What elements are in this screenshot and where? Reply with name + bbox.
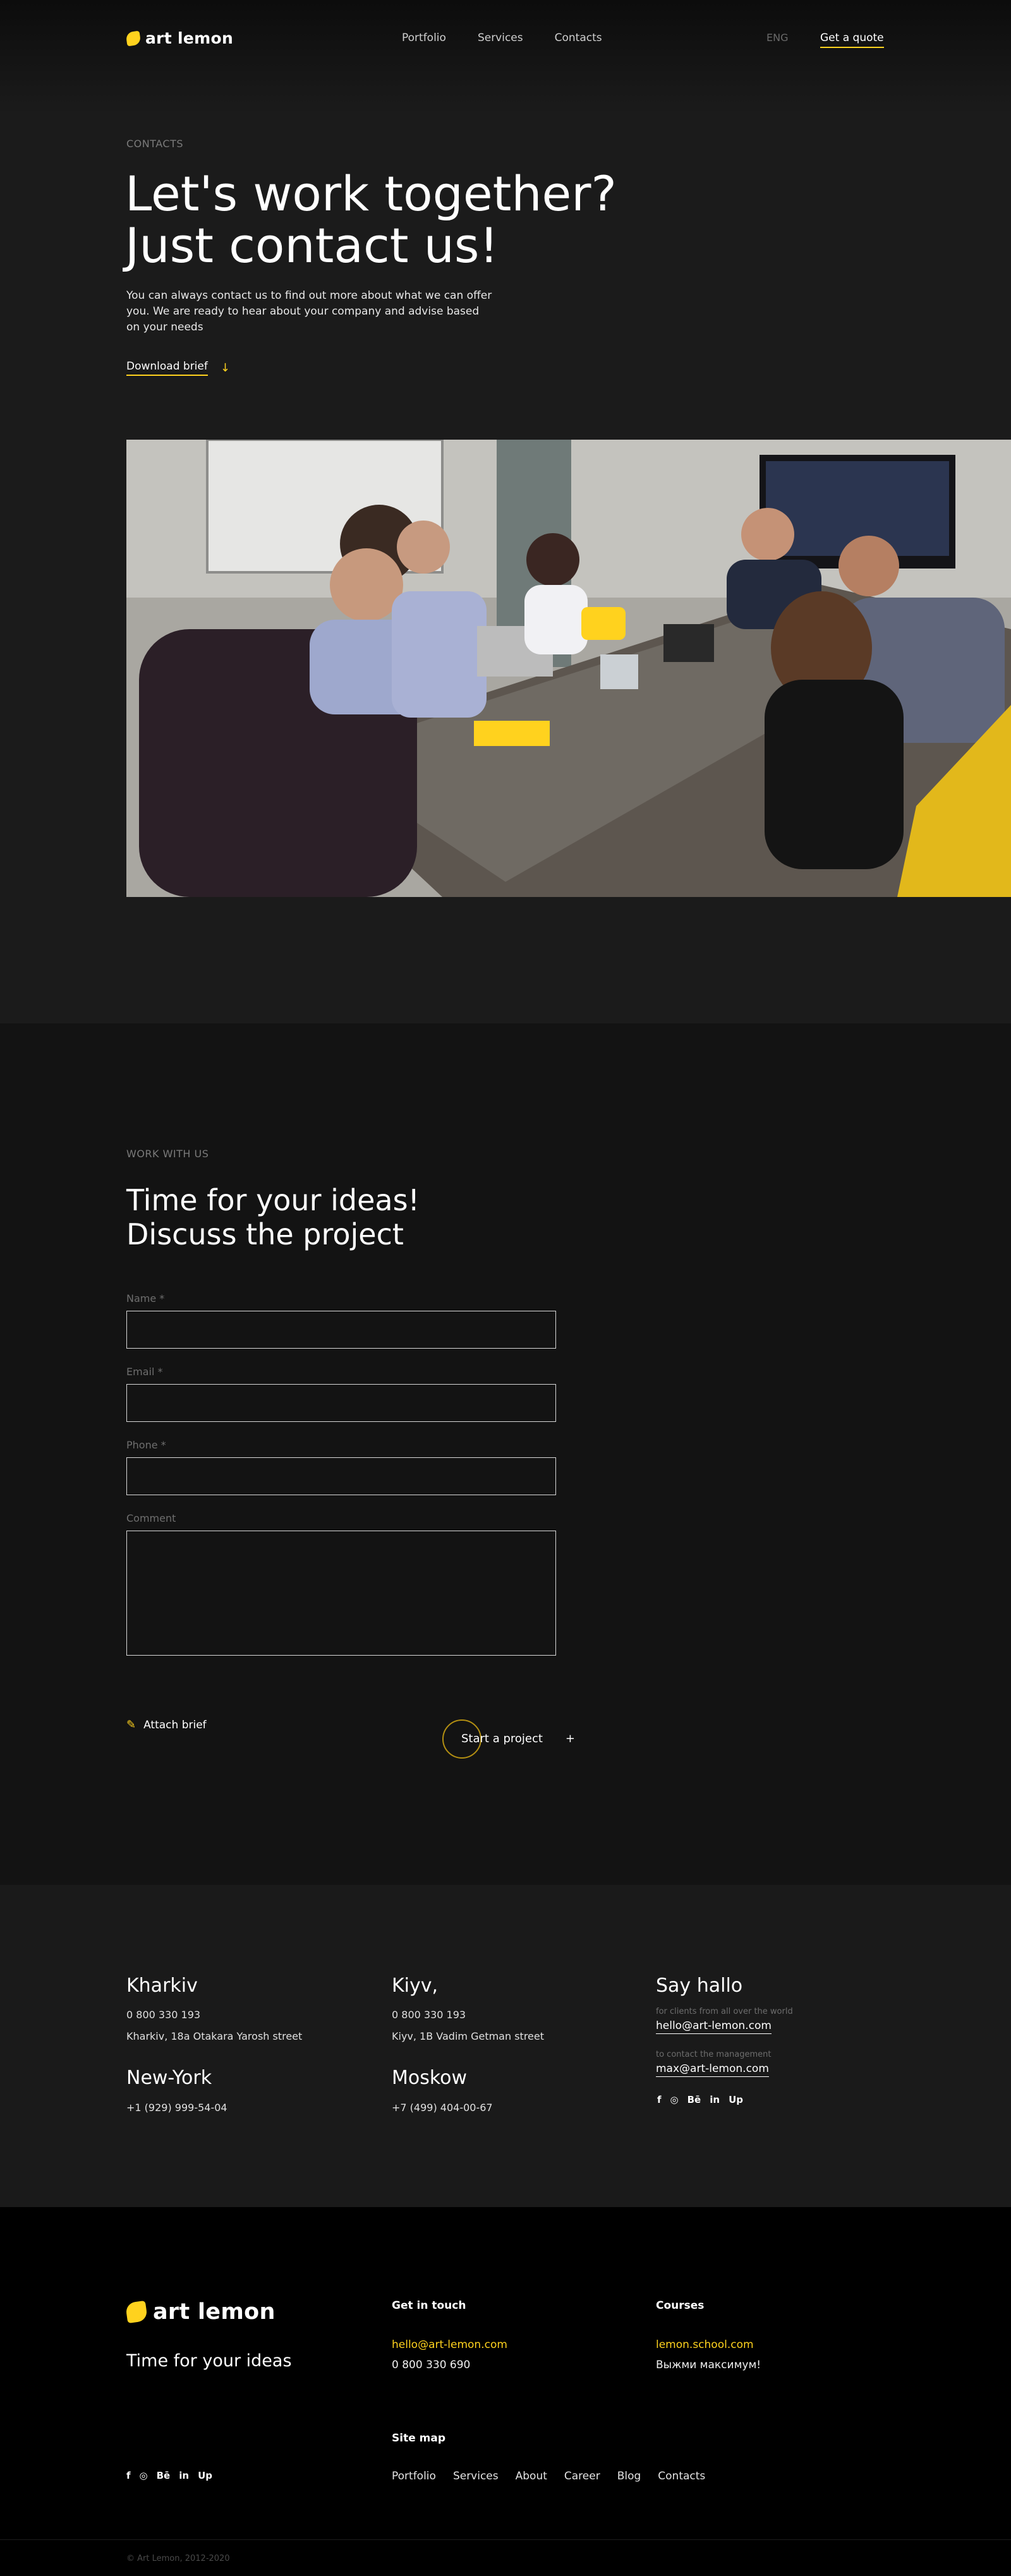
linkedin-icon[interactable]: in [179, 2470, 189, 2481]
attach-brief-label: Attach brief [143, 1718, 207, 1731]
footer-phone[interactable]: 0 800 330 690 [392, 2359, 470, 2371]
hero-lead: You can always contact us to find out mo… [126, 289, 492, 334]
kiyv-address: Kiyv, 1B Vadim Getman street [392, 2030, 544, 2042]
clients-note: for clients from all over the world [656, 2007, 793, 2016]
attach-brief-button[interactable]: ✎ Attach brief [126, 1718, 207, 1731]
hero-title-line2: Just contact us! [125, 217, 499, 274]
facebook-icon[interactable]: f [657, 2094, 662, 2105]
sitemap-contacts[interactable]: Contacts [658, 2470, 705, 2483]
sitemap-about[interactable]: About [516, 2470, 547, 2483]
kiyv-phone[interactable]: 0 800 330 193 [392, 2009, 466, 2021]
footer-tagline: Time for your ideas [126, 2351, 292, 2371]
sitemap-links: Portfolio Services About Career Blog Con… [392, 2470, 705, 2483]
work-title-line2: Discuss the project [126, 1217, 404, 1251]
footer-divider [0, 2539, 1011, 2540]
upwork-icon[interactable]: Up [198, 2470, 212, 2481]
behance-icon[interactable]: Bē [157, 2470, 171, 2481]
behance-icon[interactable]: Bē [687, 2094, 701, 2105]
comment-field[interactable] [126, 1531, 556, 1656]
courses-link[interactable]: lemon.school.com [656, 2338, 754, 2351]
get-quote-link[interactable]: Get a quote [820, 32, 884, 48]
offices-section [0, 1885, 1011, 2207]
team-meeting-photo [126, 440, 1011, 897]
copyright: © Art Lemon, 2012-2020 [126, 2554, 230, 2563]
download-brief-label: Download brief [126, 360, 208, 376]
kharkiv-phone[interactable]: 0 800 330 193 [126, 2009, 200, 2021]
lemon-icon [125, 30, 142, 46]
linkedin-icon[interactable]: in [710, 2094, 720, 2105]
phone-label: Phone * [126, 1439, 166, 1451]
logo-text: art lemon [145, 29, 234, 47]
phone-field[interactable] [126, 1457, 556, 1495]
paperclip-icon: ✎ [126, 1718, 136, 1731]
city-moskow: Moskow [392, 2067, 468, 2089]
say-hallo-title: Say hallo [656, 1975, 743, 1997]
sitemap-services[interactable]: Services [453, 2470, 499, 2483]
logo[interactable]: art lemon [125, 29, 234, 47]
upwork-icon[interactable]: Up [729, 2094, 743, 2105]
facebook-icon[interactable]: f [126, 2470, 131, 2481]
footer-logo-text: art lemon [153, 2299, 275, 2325]
plus-icon: + [565, 1732, 576, 1745]
hero-title: Let's work together? Just contact us! [125, 168, 694, 272]
city-kharkiv: Kharkiv [126, 1975, 198, 1997]
work-title: Time for your ideas! Discuss the project [126, 1183, 420, 1251]
management-note: to contact the management [656, 2050, 772, 2059]
start-project-button[interactable]: Start a project + [461, 1732, 575, 1745]
nav-services[interactable]: Services [478, 32, 523, 44]
footer-social-links: f ◎ Bē in Up [126, 2470, 212, 2481]
name-label: Name * [126, 1292, 165, 1304]
footer-logo[interactable]: art lemon [124, 2299, 275, 2325]
social-links: f ◎ Bē in Up [657, 2094, 743, 2105]
instagram-icon[interactable]: ◎ [140, 2470, 148, 2481]
arrow-down-icon: ↓ [220, 361, 230, 375]
moskow-phone[interactable]: +7 (499) 404-00-67 [392, 2102, 493, 2114]
footer-email-link[interactable]: hello@art-lemon.com [392, 2338, 507, 2351]
site-footer [0, 2207, 1011, 2576]
clients-email-link[interactable]: hello@art-lemon.com [656, 2019, 772, 2034]
newyork-phone[interactable]: +1 (929) 999-54-04 [126, 2102, 227, 2114]
sitemap-career[interactable]: Career [564, 2470, 600, 2483]
kharkiv-address: Kharkiv, 18a Otakara Yarosh street [126, 2030, 303, 2042]
main-nav: Portfolio Services Contacts [402, 32, 602, 44]
hero-title-line1: Let's work together? [125, 166, 617, 222]
work-title-line1: Time for your ideas! [126, 1183, 420, 1217]
courses-slogan: Выжми максимум! [656, 2359, 761, 2371]
nav-portfolio[interactable]: Portfolio [402, 32, 446, 44]
sitemap-title: Site map [392, 2432, 445, 2445]
language-switch[interactable]: ENG [766, 32, 788, 44]
work-eyebrow: WORK WITH US [126, 1148, 209, 1160]
site-header: art lemon Portfolio Services Contacts EN… [0, 0, 1011, 114]
sitemap-portfolio[interactable]: Portfolio [392, 2470, 436, 2483]
city-newyork: New-York [126, 2067, 212, 2089]
comment-label: Comment [126, 1512, 176, 1524]
lemon-icon [124, 2300, 148, 2324]
hero-eyebrow: CONTACTS [126, 138, 184, 150]
city-kiyv: Kiyv, [392, 1975, 439, 1997]
instagram-icon[interactable]: ◎ [670, 2094, 679, 2105]
start-project-label: Start a project [461, 1732, 543, 1745]
email-label: Email * [126, 1366, 163, 1378]
download-brief-link[interactable]: Download brief ↓ [126, 360, 230, 376]
nav-contacts[interactable]: Contacts [555, 32, 602, 44]
management-email-link[interactable]: max@art-lemon.com [656, 2062, 769, 2077]
sitemap-blog[interactable]: Blog [617, 2470, 641, 2483]
get-in-touch-title: Get in touch [392, 2299, 466, 2312]
courses-title: Courses [656, 2299, 705, 2312]
name-field[interactable] [126, 1311, 556, 1349]
email-field[interactable] [126, 1384, 556, 1422]
